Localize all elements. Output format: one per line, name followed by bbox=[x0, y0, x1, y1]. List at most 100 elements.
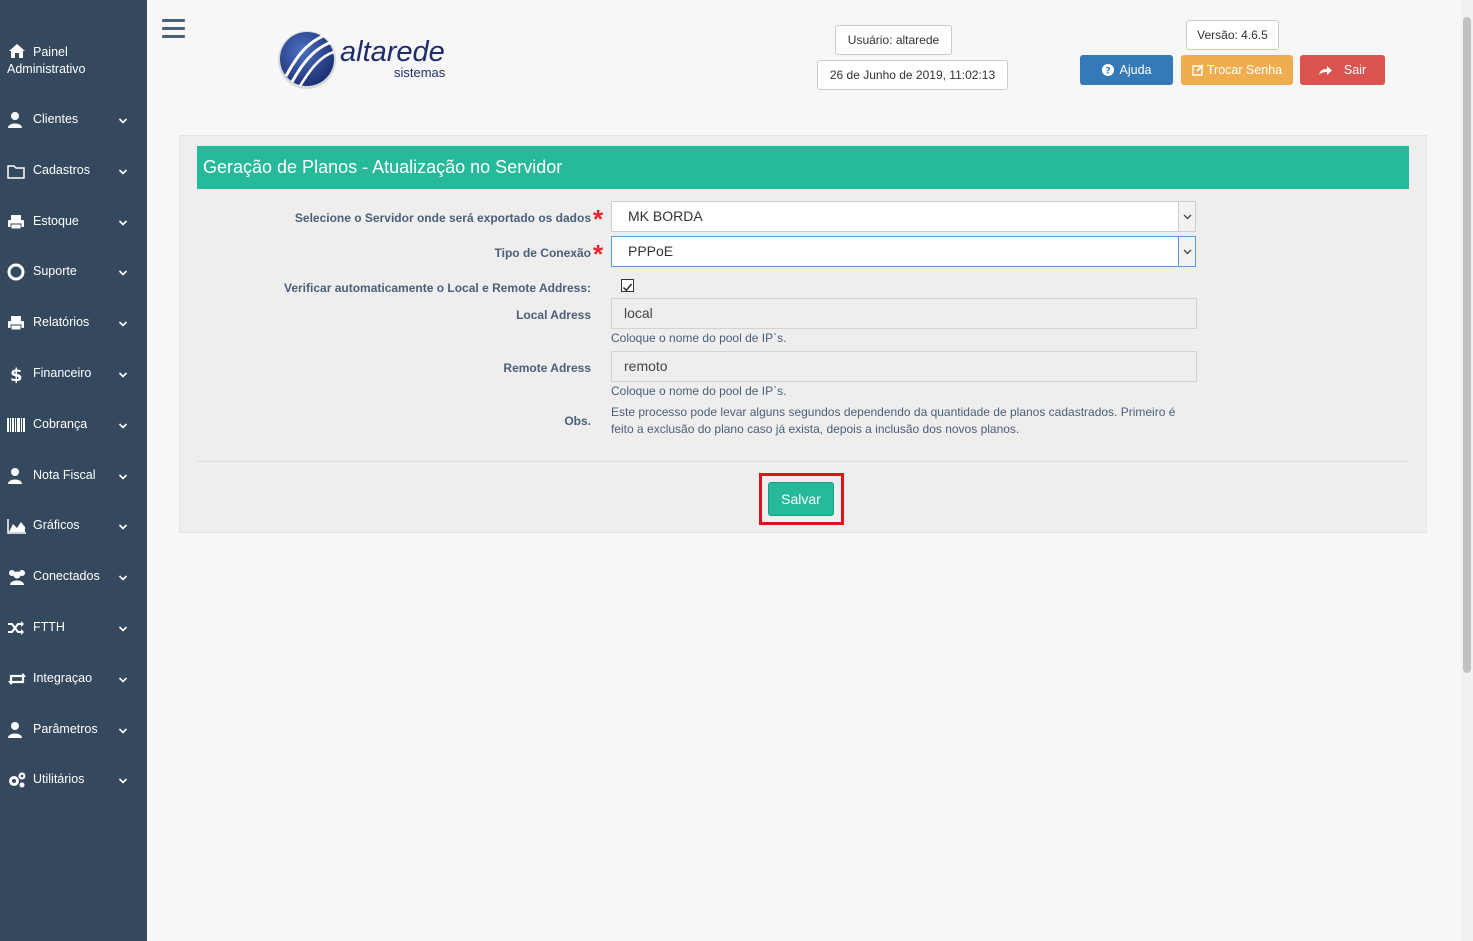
menu-toggle-icon[interactable] bbox=[162, 19, 185, 39]
printer-icon bbox=[7, 314, 25, 332]
server-label: Selecione o Servidor onde será exportado… bbox=[294, 211, 591, 225]
version-info: Versão: 4.6.5 bbox=[1186, 20, 1279, 50]
user-icon bbox=[7, 111, 25, 129]
auto-check-label: Verificar automaticamente o Local e Remo… bbox=[284, 281, 591, 295]
connection-type-select[interactable]: PPPoE bbox=[611, 236, 1196, 267]
sidebar-home[interactable]: Painel Administrativo bbox=[0, 40, 147, 84]
remote-address-hint: Coloque o nome do pool de IP`s. bbox=[611, 384, 787, 398]
checkmark-icon bbox=[623, 283, 633, 292]
users-icon bbox=[7, 568, 25, 586]
printer-icon bbox=[7, 213, 25, 231]
server-select[interactable]: MK BORDA bbox=[611, 201, 1196, 232]
gears-icon bbox=[7, 771, 26, 789]
local-address-input[interactable]: local bbox=[611, 298, 1197, 329]
sidebar-item-ftth[interactable]: FTTH bbox=[0, 608, 147, 648]
sidebar: Painel Administrativo Clientes Cadastros E… bbox=[0, 0, 147, 941]
scrollbar[interactable] bbox=[1461, 0, 1473, 941]
datetime-info: 26 de Junho de 2019, 11:02:13 bbox=[817, 60, 1008, 90]
save-button[interactable]: Salvar bbox=[768, 482, 834, 516]
local-address-label: Local Adress bbox=[516, 308, 591, 322]
share-arrow-icon bbox=[1318, 66, 1332, 75]
required-asterisk-icon: * bbox=[593, 239, 604, 269]
sidebar-item-label: Suporte bbox=[33, 264, 77, 279]
sidebar-item-label: Clientes bbox=[33, 112, 79, 126]
help-button[interactable]: ? Ajuda bbox=[1080, 55, 1173, 85]
sidebar-item-label: Cadastros bbox=[33, 162, 90, 177]
obs-label: Obs. bbox=[564, 414, 591, 428]
sidebar-item-utilitarios[interactable]: Utilitários bbox=[0, 760, 147, 800]
chevron-down-icon bbox=[118, 621, 128, 632]
dollar-icon: $ bbox=[7, 365, 25, 386]
area-chart-icon bbox=[7, 517, 26, 535]
chevron-down-icon bbox=[118, 215, 128, 226]
logout-button[interactable]: Sair bbox=[1300, 55, 1385, 85]
sidebar-item-label: Gráficos bbox=[33, 518, 80, 533]
chevron-down-icon bbox=[118, 316, 128, 327]
local-address-hint: Coloque o nome do pool de IP`s. bbox=[611, 331, 787, 345]
chevron-down-icon bbox=[1178, 237, 1195, 266]
logout-label: Sair bbox=[1343, 63, 1367, 77]
remote-address-input[interactable]: remoto bbox=[611, 351, 1197, 382]
sidebar-item-label: Nota Fiscal bbox=[33, 467, 96, 482]
svg-text:?: ? bbox=[1105, 67, 1110, 77]
panel-title: Geração de Planos - Atualização no Servi… bbox=[197, 146, 1409, 189]
chevron-down-icon bbox=[118, 164, 128, 175]
sidebar-item-label: Parâmetros bbox=[33, 721, 98, 736]
remote-address-label: Remote Adress bbox=[503, 361, 591, 375]
shuffle-icon bbox=[7, 619, 25, 637]
sidebar-item-label: Financeiro bbox=[33, 366, 92, 380]
chevron-down-icon bbox=[118, 672, 128, 683]
help-label: Ajuda bbox=[1119, 63, 1152, 77]
divider bbox=[197, 461, 1409, 462]
chevron-down-icon bbox=[118, 418, 128, 429]
sidebar-item-label: Utilitários bbox=[33, 772, 85, 787]
sidebar-item-financeiro[interactable]: $ Financeiro bbox=[0, 354, 147, 394]
sidebar-item-conectados[interactable]: Conectados bbox=[0, 557, 147, 597]
retweet-icon bbox=[7, 670, 26, 688]
obs-text: Este processo pode levar alguns segundos… bbox=[611, 405, 1176, 436]
edit-icon bbox=[1192, 64, 1204, 76]
sidebar-item-label: Cobrança bbox=[33, 416, 88, 431]
lifebuoy-icon bbox=[7, 263, 25, 281]
chevron-down-icon bbox=[118, 469, 128, 480]
sidebar-item-cobranca[interactable]: Cobrança bbox=[0, 405, 147, 445]
sidebar-item-label: Relatórios bbox=[33, 315, 90, 330]
change-password-button[interactable]: Trocar Senha bbox=[1181, 55, 1293, 85]
user-icon bbox=[7, 467, 25, 485]
chevron-down-icon bbox=[118, 723, 128, 734]
sidebar-item-suporte[interactable]: Suporte bbox=[0, 252, 147, 292]
sidebar-item-nota-fiscal[interactable]: Nota Fiscal bbox=[0, 456, 147, 496]
chevron-down-icon bbox=[118, 367, 128, 378]
auto-check-checkbox[interactable] bbox=[621, 279, 634, 292]
barcode-icon bbox=[7, 416, 25, 434]
user-icon bbox=[7, 721, 25, 739]
logo: altarede sistemas bbox=[276, 28, 466, 92]
user-info: Usuário: altarede bbox=[835, 25, 952, 55]
sidebar-item-estoque[interactable]: Estoque bbox=[0, 202, 147, 242]
sidebar-item-cadastros[interactable]: Cadastros bbox=[0, 151, 147, 191]
sidebar-item-clientes[interactable]: Clientes bbox=[0, 100, 147, 140]
sidebar-item-graficos[interactable]: Gráficos bbox=[0, 506, 147, 546]
chevron-down-icon bbox=[118, 773, 128, 785]
svg-text:$: $ bbox=[10, 365, 23, 383]
sidebar-item-integracao[interactable]: Integraçao bbox=[0, 659, 147, 699]
scrollbar-thumb[interactable] bbox=[1463, 17, 1471, 673]
chevron-down-icon bbox=[118, 265, 128, 277]
sidebar-item-label: FTTH bbox=[33, 620, 65, 634]
sidebar-item-label: Estoque bbox=[33, 213, 79, 228]
chevron-down-icon bbox=[118, 113, 128, 124]
sidebar-item-label: Integraçao bbox=[33, 670, 93, 685]
chevron-down-icon bbox=[118, 519, 128, 531]
sidebar-home-label: Painel Administrativo bbox=[7, 45, 86, 76]
sidebar-item-relatorios[interactable]: Relatórios bbox=[0, 303, 147, 343]
chevron-down-icon bbox=[1178, 202, 1195, 231]
connection-type-label: Tipo de Conexão bbox=[494, 246, 591, 260]
question-circle-icon: ? bbox=[1101, 64, 1114, 77]
logo-subtext: sistemas bbox=[394, 65, 446, 80]
sidebar-item-parametros[interactable]: Parâmetros bbox=[0, 710, 147, 750]
folder-icon bbox=[7, 162, 25, 180]
sidebar-item-label: Conectados bbox=[33, 569, 100, 584]
required-asterisk-icon: * bbox=[593, 204, 604, 234]
chevron-down-icon bbox=[118, 570, 128, 581]
server-select-value: MK BORDA bbox=[628, 208, 703, 224]
